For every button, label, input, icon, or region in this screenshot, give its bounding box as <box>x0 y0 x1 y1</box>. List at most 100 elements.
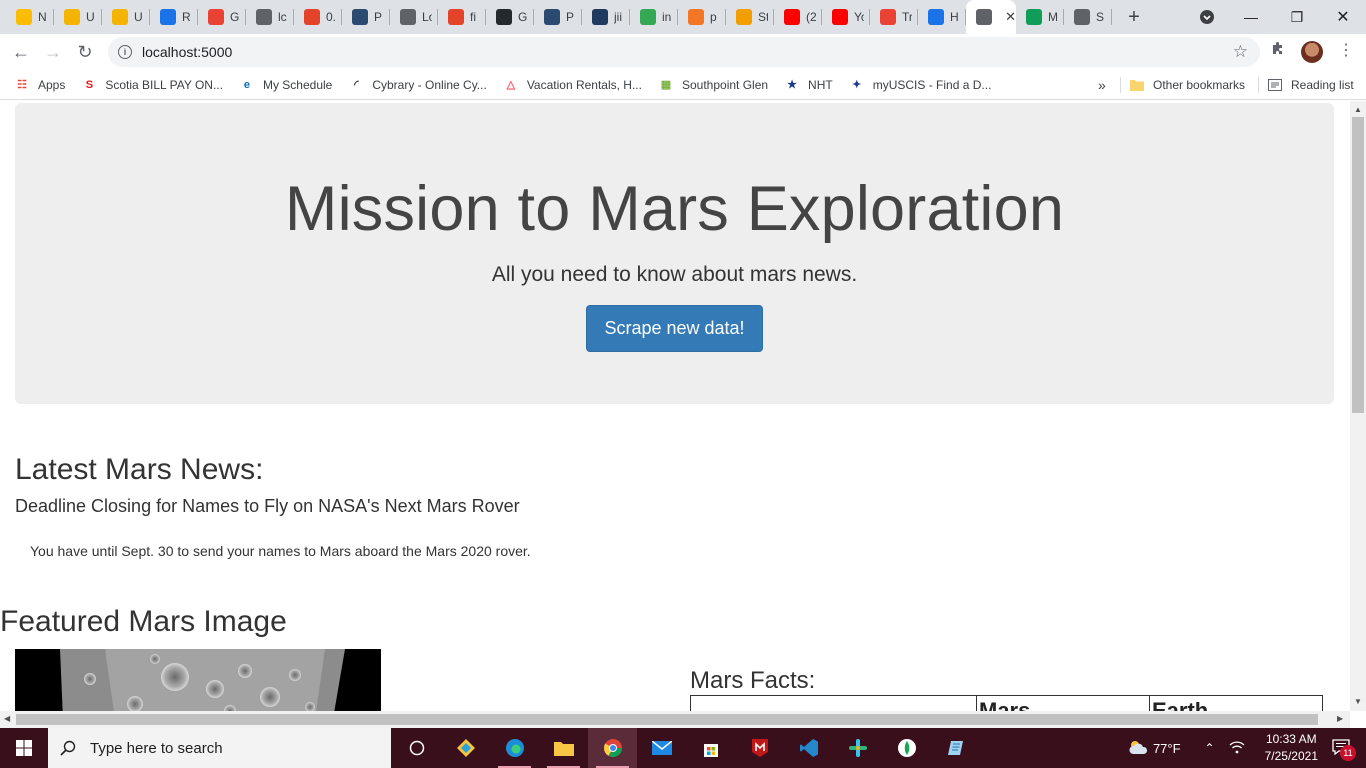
tab-search-icon[interactable] <box>1184 0 1230 34</box>
restore-button[interactable]: ❐ <box>1274 0 1320 34</box>
tab-title: Lo <box>422 10 432 24</box>
store-icon[interactable] <box>686 728 735 768</box>
scotia-icon: S <box>85 78 94 91</box>
tab-title: fi <box>470 10 476 24</box>
bookmark-label: My Schedule <box>262 77 333 92</box>
bookmark-label: NHT <box>808 77 833 92</box>
vscode-icon[interactable] <box>784 728 833 768</box>
browser-tab[interactable]: in <box>630 0 678 34</box>
horizontal-scroll-thumb[interactable] <box>16 714 1318 725</box>
browser-tab[interactable]: Tr <box>870 0 918 34</box>
scroll-down-arrow-icon[interactable]: ▼ <box>1354 697 1362 706</box>
scroll-up-arrow-icon[interactable]: ▲ <box>1354 105 1362 114</box>
show-hidden-icons-chevron-icon[interactable]: ⌃ <box>1205 741 1215 755</box>
taskbar-clock[interactable]: 10:33 AM 7/25/2021 <box>1265 731 1318 765</box>
browser-tab[interactable]: St <box>726 0 774 34</box>
close-window-button[interactable]: ✕ <box>1320 0 1366 34</box>
windows-start-icon[interactable] <box>0 728 48 768</box>
bookmark-star-icon[interactable]: ☆ <box>1233 42 1248 62</box>
browser-tab[interactable]: 0. <box>294 0 342 34</box>
tab-title: S <box>1096 10 1105 24</box>
airbnb-icon: △ <box>506 79 516 91</box>
new-tab-button[interactable]: + <box>1118 6 1150 29</box>
browser-tab[interactable]: P <box>534 0 582 34</box>
weather-cloud-icon[interactable] <box>1127 739 1149 758</box>
globe-icon <box>400 9 416 25</box>
site-info-icon[interactable]: i <box>118 45 132 59</box>
bookmark-item[interactable]: e My Schedule <box>231 77 340 93</box>
other-bookmarks-folder[interactable]: Other bookmarks <box>1120 76 1253 93</box>
bookmark-item[interactable]: ▦ Southpoint Glen <box>650 77 776 93</box>
browser-tab[interactable]: N <box>6 0 54 34</box>
browser-tab[interactable]: U <box>102 0 150 34</box>
tab-title: in <box>662 10 672 24</box>
bookmarks-overflow-icon[interactable]: » <box>1098 77 1106 93</box>
globe-icon <box>976 9 992 25</box>
wifi-icon[interactable] <box>1229 740 1245 757</box>
windows-taskbar: Type here to search 77°F ⌃ 10:33 AM 7/25… <box>0 728 1366 768</box>
chrome-browser-icon[interactable] <box>588 728 637 768</box>
apps-grid-icon: ☷ <box>17 79 27 91</box>
reading-list-button[interactable]: Reading list <box>1258 76 1362 93</box>
browser-tab[interactable]: G <box>486 0 534 34</box>
minimize-button[interactable]: — <box>1228 0 1274 34</box>
browser-tab[interactable]: U <box>54 0 102 34</box>
browser-tab[interactable]: Yo <box>822 0 870 34</box>
taskbar-search-box[interactable]: Type here to search <box>48 728 391 768</box>
browser-tab[interactable]: S <box>1064 0 1112 34</box>
slack-icon[interactable] <box>833 728 882 768</box>
browser-tab[interactable]: M <box>1016 0 1064 34</box>
close-tab-icon[interactable]: ✕ <box>1005 9 1016 25</box>
bookmark-item[interactable]: ☷ Apps <box>6 77 73 93</box>
profile-avatar[interactable] <box>1301 41 1323 63</box>
browser-tab[interactable]: ✕ <box>966 0 1016 34</box>
tab-title: St <box>758 10 768 24</box>
reload-icon[interactable]: ↻ <box>69 36 101 68</box>
mcafee-icon[interactable] <box>735 728 784 768</box>
browser-tab[interactable]: (2 <box>774 0 822 34</box>
gitlab-icon <box>448 9 464 25</box>
scroll-right-arrow-icon[interactable]: ▶ <box>1337 714 1343 723</box>
back-arrow-icon[interactable]: ← <box>5 36 37 68</box>
task-view-icon[interactable] <box>392 728 441 768</box>
bookmark-item[interactable]: ★ NHT <box>776 77 841 93</box>
bookmark-item[interactable]: ✦ myUSCIS - Find a D... <box>841 77 1000 93</box>
browser-tab[interactable]: lc <box>246 0 294 34</box>
notification-center-icon[interactable]: 11 <box>1332 738 1356 761</box>
tds-icon <box>544 9 560 25</box>
browser-tab[interactable]: fi <box>438 0 486 34</box>
browser-tab[interactable]: Lo <box>390 0 438 34</box>
clock-date: 7/25/2021 <box>1264 749 1318 763</box>
forward-arrow-icon[interactable]: → <box>37 36 69 68</box>
gear-icon <box>208 9 224 25</box>
browser-tab[interactable]: p <box>678 0 726 34</box>
bookmark-item[interactable]: △ Vacation Rentals, H... <box>495 77 650 93</box>
git-kraken-icon[interactable] <box>441 728 490 768</box>
weather-temperature[interactable]: 77°F <box>1153 741 1181 756</box>
vertical-scrollbar[interactable]: ▲ ▼ <box>1350 101 1366 711</box>
folder-icon <box>1129 77 1145 93</box>
scrape-button[interactable]: Scrape new data! <box>586 305 763 352</box>
browser-tab[interactable]: R <box>150 0 198 34</box>
browser-menu-icon[interactable]: ⋮ <box>1338 40 1354 60</box>
tab-title: p <box>710 10 717 24</box>
browser-tab[interactable]: G <box>198 0 246 34</box>
browser-tab[interactable]: P <box>342 0 390 34</box>
bookmark-item[interactable]: S Scotia BILL PAY ON... <box>73 77 231 93</box>
extensions-puzzle-icon[interactable] <box>1270 40 1286 61</box>
file-explorer-icon[interactable] <box>539 728 588 768</box>
mongodb-compass-icon[interactable] <box>882 728 931 768</box>
browser-tab[interactable]: jii <box>582 0 630 34</box>
edge-browser-icon[interactable] <box>490 728 539 768</box>
address-bar[interactable]: i localhost:5000 ☆ <box>108 37 1260 67</box>
mail-icon[interactable] <box>637 728 686 768</box>
bookmark-item[interactable]: ◜ Cybrary - Online Cy... <box>340 77 494 93</box>
vertical-scroll-thumb[interactable] <box>1352 117 1364 413</box>
scroll-left-arrow-icon[interactable]: ◀ <box>4 714 10 723</box>
tab-title: jii <box>614 10 622 24</box>
jumbotron: Mission to Mars Exploration All you need… <box>15 103 1334 404</box>
tab-title: R <box>182 10 191 24</box>
notepad-icon[interactable] <box>931 728 980 768</box>
horizontal-scrollbar[interactable]: ◀ ▶ <box>0 711 1350 728</box>
browser-tab[interactable]: H <box>918 0 966 34</box>
